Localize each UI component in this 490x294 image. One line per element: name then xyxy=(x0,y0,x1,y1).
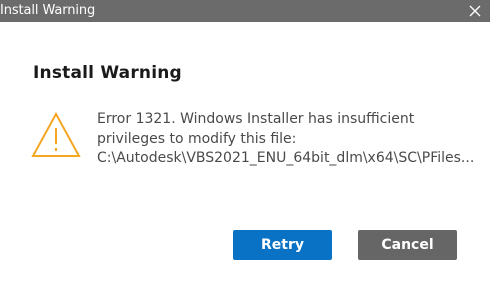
cancel-button[interactable]: Cancel xyxy=(358,230,457,260)
dialog-heading: Install Warning xyxy=(33,63,182,83)
retry-button[interactable]: Retry xyxy=(233,230,332,260)
message-line: Error 1321. Windows Installer has insuff… xyxy=(97,111,415,127)
window-title: Install Warning xyxy=(0,3,96,18)
install-warning-dialog: Install Warning Install Warning Error 13… xyxy=(0,0,490,294)
error-message: Error 1321. Windows Installer has insuff… xyxy=(97,110,482,169)
message-line: C:\Autodesk\VBS2021_ENU_64bit_dlm\x64\SC… xyxy=(97,150,475,166)
title-bar[interactable]: Install Warning xyxy=(0,0,490,22)
message-line: privileges to modify this file: xyxy=(97,130,297,147)
warning-icon xyxy=(30,111,82,159)
close-icon[interactable] xyxy=(466,2,484,20)
